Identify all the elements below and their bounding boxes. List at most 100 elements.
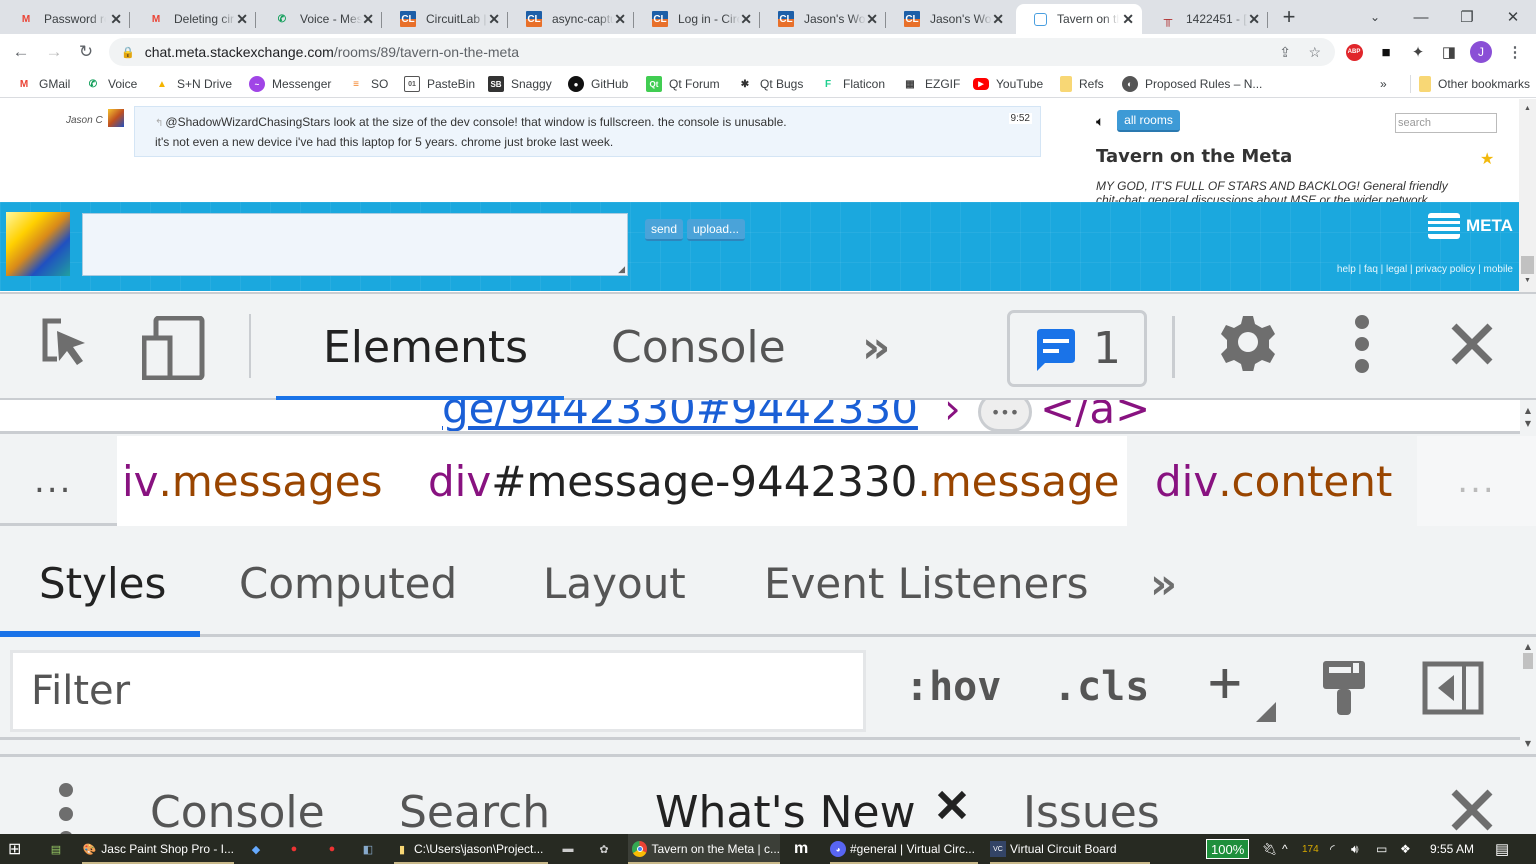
toggle-sidebar-icon[interactable] xyxy=(1422,660,1484,716)
start-button[interactable]: ⊞ xyxy=(8,834,21,864)
breadcrumb-scroll-right[interactable]: ... xyxy=(1417,436,1536,526)
chat-message-input[interactable]: ◢ xyxy=(82,213,628,276)
settings-gear-icon[interactable] xyxy=(1218,312,1278,372)
bookmark-qt-forum[interactable]: Qt Qt Forum xyxy=(646,75,720,93)
bookmark-qt-bugs[interactable]: ✱ Qt Bugs xyxy=(737,75,804,93)
paint-brush-icon[interactable] xyxy=(1316,658,1372,718)
drawer-tab-whats-new[interactable]: What's New xyxy=(655,787,916,836)
styles-scrollbar[interactable]: ▲ ▼ xyxy=(1520,640,1536,754)
taskbar-item-explorer[interactable]: ▮ C:\Users\jason\Project... xyxy=(394,834,548,864)
taskbar-app-pinned[interactable]: ◧ xyxy=(360,834,380,864)
taskbar-item-discord[interactable]: ◕ #general | Virtual Circ... xyxy=(830,834,978,864)
customize-devtools-menu-icon[interactable] xyxy=(1342,312,1382,376)
bookmark-proposed-rules[interactable]: ◐ Proposed Rules – N... xyxy=(1122,75,1262,93)
meta-logo[interactable]: META xyxy=(1428,213,1513,239)
taskbar-item-virtual-circuit-board[interactable]: VC Virtual Circuit Board xyxy=(990,834,1150,864)
bookmark-voice[interactable]: ✆ Voice xyxy=(85,75,138,93)
profile-avatar[interactable]: J xyxy=(1470,41,1492,63)
footer-link-mobile[interactable]: mobile xyxy=(1484,264,1513,275)
breadcrumb-scroll-left[interactable]: ... xyxy=(34,436,72,526)
tray-counter[interactable]: 174 xyxy=(1302,834,1319,864)
bookmark-pastebin[interactable]: 01 PasteBin xyxy=(404,75,475,93)
href-link[interactable]: ge/9442330#9442330 xyxy=(442,400,918,431)
tab-event-listeners[interactable]: Event Listeners xyxy=(764,559,1089,608)
page-scrollbar[interactable]: ▲ ▼ xyxy=(1519,99,1536,292)
back-button[interactable]: ← xyxy=(8,39,34,65)
bookmarks-overflow-button[interactable]: » xyxy=(1380,75,1387,93)
reload-button[interactable]: ↻ xyxy=(73,39,99,65)
new-tab-button[interactable]: + xyxy=(1266,0,1312,34)
issues-counter-button[interactable]: 1 xyxy=(1007,310,1147,387)
taskbar-app-pinned[interactable]: ◆ xyxy=(248,834,268,864)
share-icon[interactable]: ⇪ xyxy=(1279,44,1291,61)
breadcrumb-messages[interactable]: iv .messages xyxy=(122,436,383,526)
taskbar-app-pinned[interactable]: ▤ xyxy=(48,834,68,864)
close-tab-icon[interactable]: ✕ xyxy=(866,11,878,28)
side-panel-icon[interactable]: ◨ xyxy=(1438,41,1460,63)
tab-styles[interactable]: Styles xyxy=(39,559,166,608)
tab-console[interactable]: Console xyxy=(611,322,786,373)
send-button[interactable]: send xyxy=(645,219,683,241)
room-search-input[interactable]: search xyxy=(1395,113,1497,133)
extension-icon[interactable]: ■ xyxy=(1375,41,1397,63)
device-toolbar-icon[interactable] xyxy=(142,316,206,380)
browser-tab[interactable]: ╥ 1422451 - [✕ xyxy=(1142,4,1268,34)
close-tab-icon[interactable]: ✕ xyxy=(1248,11,1260,28)
bookmark-messenger[interactable]: ~ Messenger xyxy=(249,75,331,93)
bookmark-youtube[interactable]: ▶ YouTube xyxy=(973,75,1043,93)
expand-ellipsis-button[interactable]: ••• xyxy=(978,400,1032,431)
inspect-element-icon[interactable] xyxy=(38,316,94,372)
close-tab-icon[interactable]: ✕ xyxy=(488,11,500,28)
tab-search-button[interactable]: ⌄ xyxy=(1352,0,1398,34)
dropbox-icon[interactable]: ❖ xyxy=(1400,834,1411,864)
notifications-icon[interactable]: ▤ xyxy=(1495,834,1509,864)
address-bar[interactable]: 🔒 chat.meta.stackexchange.com/rooms/89/t… xyxy=(109,38,1335,66)
close-drawer-icon[interactable] xyxy=(1448,785,1496,835)
wifi-icon[interactable]: ◜ xyxy=(1330,834,1335,864)
close-tab-icon[interactable]: ✕ xyxy=(614,11,626,28)
taskbar-item-chrome[interactable]: Tavern on the Meta | c... xyxy=(628,834,780,864)
bookmark-star-icon[interactable]: ☆ xyxy=(1308,44,1321,61)
drawer-menu-icon[interactable] xyxy=(52,779,80,836)
current-user-avatar[interactable] xyxy=(6,212,70,276)
close-tab-icon[interactable]: ✕ xyxy=(236,11,248,28)
drawer-tab-search[interactable]: Search xyxy=(399,787,550,836)
browser-tab[interactable]: CL CircuitLab | ✕ xyxy=(382,4,508,34)
message-timestamp[interactable]: 9:52 xyxy=(1008,113,1032,124)
drawer-tab-issues[interactable]: Issues xyxy=(1023,787,1160,836)
other-bookmarks[interactable]: Other bookmarks xyxy=(1410,75,1530,93)
bookmark-so[interactable]: ≡ SO xyxy=(348,75,388,93)
drawer-tab-console[interactable]: Console xyxy=(150,787,325,836)
show-hidden-icons[interactable]: ^ xyxy=(1282,834,1288,864)
bookmark-folder-refs[interactable]: Refs xyxy=(1060,75,1104,93)
scrollbar-thumb[interactable] xyxy=(1521,256,1534,274)
bookmark-drive[interactable]: ▲ S+N Drive xyxy=(154,75,232,93)
bookmark-ezgif[interactable]: ▦ EZGIF xyxy=(902,75,960,93)
taskbar-app-pinned[interactable]: ● xyxy=(324,834,344,864)
styles-filter-input[interactable]: Filter xyxy=(10,650,866,732)
close-window-button[interactable]: ✕ xyxy=(1490,0,1536,34)
taskbar-item-paint-shop-pro[interactable]: 🎨 Jasc Paint Shop Pro - I... xyxy=(82,834,234,864)
browser-tab[interactable]: ✆ Voice - Mes ✕ xyxy=(256,4,382,34)
browser-tab[interactable]: CL Log in - Circ ✕ xyxy=(634,4,760,34)
footer-link-privacy[interactable]: privacy policy xyxy=(1415,264,1475,275)
tab-computed[interactable]: Computed xyxy=(239,559,457,608)
message-username[interactable]: Jason C xyxy=(66,115,103,126)
close-tab-icon[interactable]: ✕ xyxy=(362,11,374,28)
scroll-up-icon[interactable]: ▲ xyxy=(1524,105,1531,112)
forward-button[interactable]: → xyxy=(41,39,67,65)
close-whats-new-icon[interactable] xyxy=(934,787,970,823)
tab-elements[interactable]: Elements xyxy=(323,322,528,373)
bookmark-gmail[interactable]: M GMail xyxy=(16,75,71,93)
browser-menu-icon[interactable]: ⋮ xyxy=(1504,41,1526,63)
restore-button[interactable]: ❐ xyxy=(1444,0,1490,34)
close-devtools-icon[interactable] xyxy=(1448,316,1496,372)
volume-icon[interactable]: 🔊︎ xyxy=(1351,834,1359,864)
reply-icon[interactable]: ↰ xyxy=(155,118,163,129)
hover-state-toggle[interactable]: :hov xyxy=(905,664,1001,710)
browser-tab[interactable]: CL Jason's Wor ✕ xyxy=(886,4,1012,34)
breadcrumb-message[interactable]: div #message-9442330 .message xyxy=(428,436,1119,526)
class-toggle[interactable]: .cls xyxy=(1053,664,1149,710)
elements-scrollbar[interactable]: ▲ ▼ xyxy=(1520,400,1536,434)
bookmark-github[interactable]: ● GitHub xyxy=(568,75,628,93)
